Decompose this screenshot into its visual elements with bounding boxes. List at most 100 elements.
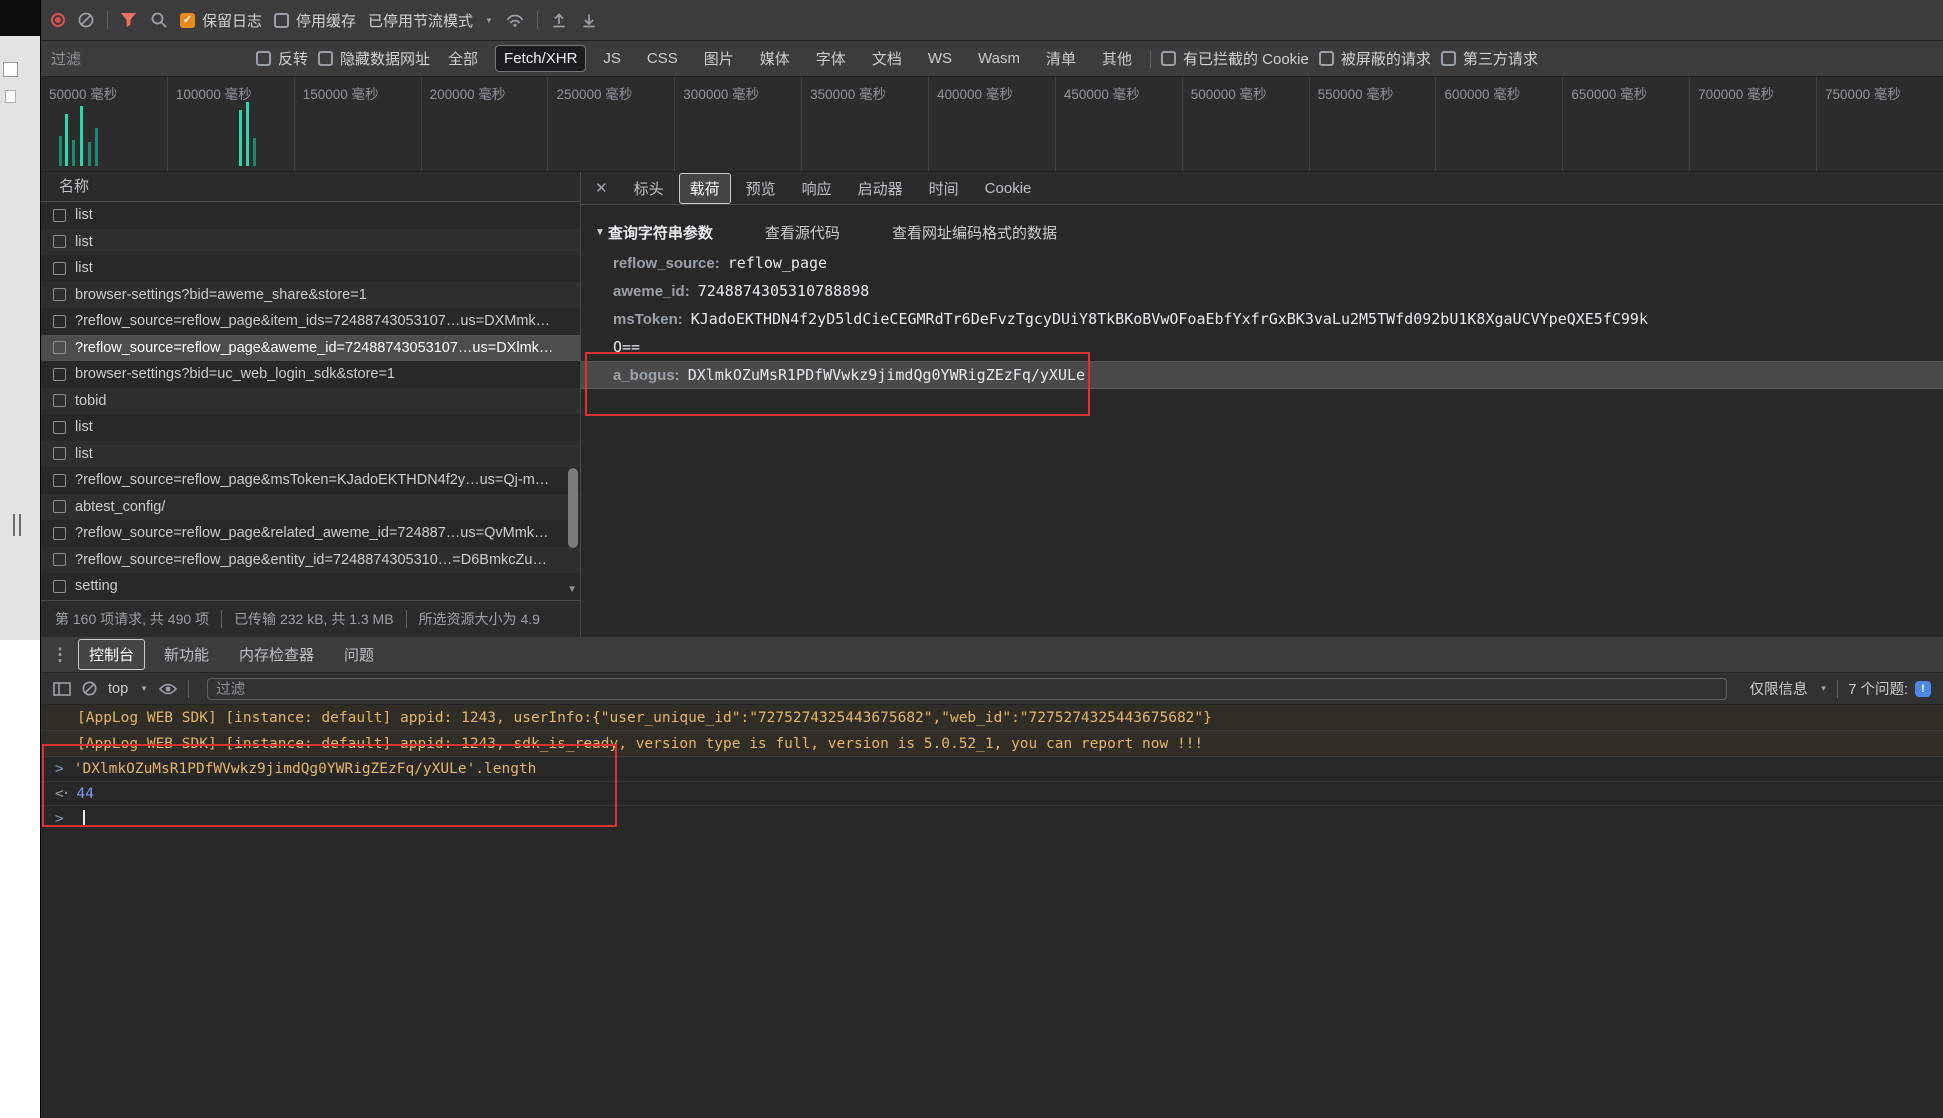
request-row[interactable]: browser-settings?bid=aweme_share&store=1 [41, 282, 580, 309]
param-row: reflow_source: reflow_page [581, 249, 1943, 277]
view-source-link[interactable]: 查看源代码 [765, 222, 840, 243]
console-context-selector[interactable]: top ▼ [108, 681, 148, 697]
request-row-selected[interactable]: ?reflow_source=reflow_page&aweme_id=7248… [41, 335, 580, 362]
tab-preview[interactable]: 预览 [736, 174, 786, 203]
request-row[interactable]: browser-settings?bid=uc_web_login_sdk&st… [41, 361, 580, 388]
request-row[interactable]: list [41, 229, 580, 256]
collapse-triangle-icon[interactable]: ▼ [595, 227, 605, 238]
issues-counter[interactable]: 7 个问题: ! [1848, 678, 1931, 699]
request-checkbox[interactable] [53, 235, 66, 248]
console-filter-input[interactable]: 过滤 [207, 678, 1727, 700]
context-label: top [108, 681, 128, 697]
request-row[interactable]: list [41, 441, 580, 468]
filter-funnel-icon[interactable] [120, 12, 138, 28]
request-checkbox[interactable] [53, 447, 66, 460]
param-row: msToken: KJadoEKTHDN4f2yD5ldCieCEGMRdTr6… [581, 305, 1943, 333]
third-party-toggle[interactable]: 第三方请求 [1441, 48, 1538, 69]
blocked-requests-toggle[interactable]: 被屏蔽的请求 [1319, 48, 1431, 69]
request-row[interactable]: ?reflow_source=reflow_page&entity_id=724… [41, 547, 580, 574]
divider [221, 610, 222, 628]
request-checkbox[interactable] [53, 209, 66, 222]
filter-type-ws[interactable]: WS [920, 46, 960, 71]
query-string-title[interactable]: 查询字符串参数 [608, 222, 713, 243]
network-filter-input[interactable]: 过滤 [51, 48, 246, 69]
request-checkbox[interactable] [53, 421, 66, 434]
log-level-dropdown[interactable]: 仅限信息 ▼ [1749, 678, 1827, 699]
request-row[interactable]: tobid [41, 388, 580, 415]
console-warning-message[interactable]: [AppLog WEB SDK] [instance: default] app… [41, 705, 1943, 731]
tab-memory-inspector[interactable]: 内存检查器 [229, 640, 324, 669]
checkbox-unchecked-icon [1161, 51, 1176, 66]
disable-cache-toggle[interactable]: 停用缓存 [274, 10, 356, 31]
request-row[interactable]: ?reflow_source=reflow_page&item_ids=7248… [41, 308, 580, 335]
request-row[interactable]: setting [41, 573, 580, 600]
hide-data-urls-toggle[interactable]: 隐藏数据网址 [318, 48, 430, 69]
filter-type-font[interactable]: 字体 [808, 44, 854, 73]
request-checkbox[interactable] [53, 394, 66, 407]
network-overview-bars [41, 77, 1943, 171]
throttling-dropdown[interactable]: 已停用节流模式 ▼ [368, 10, 493, 31]
invert-filter-toggle[interactable]: 反转 [256, 48, 308, 69]
annotation-box-a-bogus [585, 352, 1090, 416]
clear-network-log-icon[interactable] [77, 11, 95, 29]
filter-type-manifest[interactable]: 清单 [1038, 44, 1084, 73]
page-widget-small [5, 90, 16, 103]
clear-console-icon[interactable] [81, 680, 98, 697]
request-row[interactable]: abtest_config/ [41, 494, 580, 521]
request-checkbox[interactable] [53, 368, 66, 381]
request-checkbox[interactable] [53, 288, 66, 301]
export-har-icon[interactable] [580, 11, 598, 29]
import-har-icon[interactable] [550, 11, 568, 29]
filter-type-fetch-xhr[interactable]: Fetch/XHR [496, 46, 585, 71]
tab-whats-new[interactable]: 新功能 [154, 640, 219, 669]
chevron-down-icon: ▼ [485, 16, 493, 25]
tab-initiator[interactable]: 启动器 [848, 174, 913, 203]
summary-transferred: 已传输 232 kB, 共 1.3 MB [234, 609, 394, 629]
filter-type-wasm[interactable]: Wasm [970, 46, 1028, 71]
tab-payload[interactable]: 载荷 [680, 174, 730, 203]
request-row[interactable]: list [41, 414, 580, 441]
preserve-log-toggle[interactable]: 保留日志 [180, 10, 262, 31]
scrollbar-thumb[interactable] [568, 468, 578, 548]
tab-cookies[interactable]: Cookie [975, 176, 1042, 201]
tab-response[interactable]: 响应 [792, 174, 842, 203]
request-checkbox[interactable] [53, 315, 66, 328]
network-overview[interactable]: 50000 毫秒 100000 毫秒 150000 毫秒 200000 毫秒 2… [41, 77, 1943, 172]
request-checkbox[interactable] [53, 500, 66, 513]
tab-console[interactable]: 控制台 [79, 640, 144, 669]
filter-type-js[interactable]: JS [595, 46, 629, 71]
view-url-encoded-link[interactable]: 查看网址编码格式的数据 [892, 222, 1057, 243]
network-conditions-icon[interactable] [505, 12, 525, 28]
request-checkbox[interactable] [53, 341, 66, 354]
tab-issues[interactable]: 问题 [334, 640, 384, 669]
tab-headers[interactable]: 标头 [624, 174, 674, 203]
request-checkbox[interactable] [53, 580, 66, 593]
more-options-icon[interactable]: ⋮ [51, 645, 69, 665]
request-checkbox[interactable] [53, 262, 66, 275]
filter-type-all[interactable]: 全部 [440, 44, 486, 73]
blocked-cookies-toggle[interactable]: 有已拦截的 Cookie [1161, 48, 1309, 69]
record-network-log-icon[interactable] [51, 13, 65, 27]
dock-splitter-handle[interactable] [13, 514, 21, 536]
scrollbar-down-arrow-icon[interactable]: ▼ [567, 584, 577, 595]
request-row[interactable]: list [41, 202, 580, 229]
invert-filter-label: 反转 [278, 48, 308, 69]
search-icon[interactable] [150, 11, 168, 29]
console-sidebar-icon[interactable] [53, 681, 71, 697]
live-expression-eye-icon[interactable] [158, 682, 178, 696]
request-row[interactable]: ?reflow_source=reflow_page&msToken=KJado… [41, 467, 580, 494]
tab-timing[interactable]: 时间 [919, 174, 969, 203]
filter-type-css[interactable]: CSS [639, 46, 686, 71]
filter-type-doc[interactable]: 文档 [864, 44, 910, 73]
request-row[interactable]: list [41, 255, 580, 282]
request-row[interactable]: ?reflow_source=reflow_page&related_aweme… [41, 520, 580, 547]
filter-type-other[interactable]: 其他 [1094, 44, 1140, 73]
request-checkbox[interactable] [53, 527, 66, 540]
param-value: reflow_page [728, 254, 827, 272]
console-toolbar: top ▼ 过滤 仅限信息 ▼ 7 个问题: ! [41, 673, 1943, 705]
close-icon[interactable]: ✕ [595, 179, 608, 197]
request-checkbox[interactable] [53, 553, 66, 566]
filter-type-img[interactable]: 图片 [696, 44, 742, 73]
request-checkbox[interactable] [53, 474, 66, 487]
filter-type-media[interactable]: 媒体 [752, 44, 798, 73]
